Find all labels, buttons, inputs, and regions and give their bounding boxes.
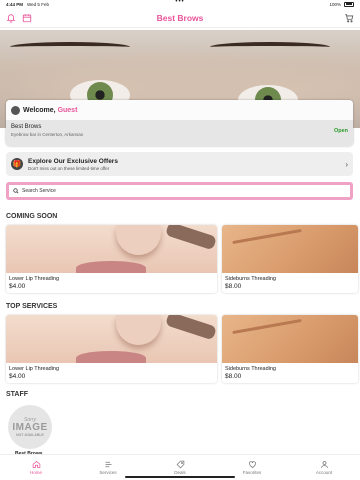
staff-avatar[interactable]: Sorry IMAGE NOT AVAILABLE bbox=[8, 405, 52, 449]
offers-title: Explore Our Exclusive Offers bbox=[28, 157, 118, 165]
status-time: 4:44 PM bbox=[6, 1, 24, 7]
service-card[interactable]: Lower Lip Threading $4.00 bbox=[6, 315, 217, 383]
placeholder-image-text: IMAGE bbox=[12, 422, 48, 433]
welcome-row: Welcome, Guest bbox=[6, 100, 353, 120]
search-input[interactable] bbox=[22, 188, 322, 194]
deals-icon bbox=[176, 460, 184, 469]
cart-icon[interactable] bbox=[344, 13, 354, 23]
service-name: Lower Lip Threading bbox=[9, 276, 60, 282]
account-icon bbox=[320, 461, 328, 468]
service-price: $4.00 bbox=[9, 373, 26, 380]
tab-account[interactable]: Account bbox=[288, 455, 360, 480]
status-right: 100% bbox=[329, 1, 354, 7]
service-price: $8.00 bbox=[225, 283, 242, 290]
status-bar: 4:44 PM Wed 5 Feb ••• 100% bbox=[0, 0, 360, 8]
chevron-right-icon: › bbox=[345, 159, 348, 169]
welcome-card[interactable]: Welcome, Guest Best Brows Eyebrow bar in… bbox=[6, 100, 353, 146]
service-image bbox=[6, 225, 217, 273]
tab-home[interactable]: Home bbox=[0, 455, 72, 480]
welcome-text: Welcome, bbox=[23, 106, 56, 114]
offers-banner[interactable]: 🎁 Explore Our Exclusive Offers Don't mis… bbox=[6, 152, 353, 176]
service-price: $4.00 bbox=[9, 283, 26, 290]
tab-label: Account bbox=[315, 470, 333, 475]
service-price: $8.00 bbox=[225, 373, 242, 380]
coming-soon-title: COMING SOON bbox=[6, 213, 58, 220]
service-image bbox=[222, 315, 358, 363]
open-status-badge: Open bbox=[333, 128, 348, 134]
home-icon bbox=[32, 461, 40, 468]
service-image bbox=[6, 315, 217, 363]
status-date: Wed 5 Feb bbox=[27, 1, 49, 7]
tab-label: Services bbox=[99, 470, 117, 475]
service-image bbox=[222, 225, 358, 273]
tab-label: Favorites bbox=[242, 470, 262, 475]
service-card[interactable]: Sideburns Threading $8.00 bbox=[222, 225, 358, 293]
tab-label: Deals bbox=[174, 470, 186, 475]
guest-name: Guest bbox=[57, 106, 78, 114]
placeholder-na-text: NOT AVAILABLE bbox=[16, 433, 44, 437]
top-services-title: TOP SERVICES bbox=[6, 303, 58, 310]
service-name: Sideburns Threading bbox=[225, 366, 276, 372]
service-card[interactable]: Sideburns Threading $8.00 bbox=[222, 315, 358, 383]
service-name: Lower Lip Threading bbox=[9, 366, 60, 372]
service-name: Sideburns Threading bbox=[225, 276, 276, 282]
home-indicator[interactable] bbox=[125, 476, 235, 478]
business-info[interactable]: Best Brows Eyebrow bar in Centerton, Ark… bbox=[6, 120, 353, 146]
business-subtitle: Eyebrow bar in Centerton, Arkansas bbox=[11, 132, 84, 137]
services-icon bbox=[105, 461, 111, 468]
heart-icon bbox=[248, 461, 256, 468]
user-avatar-icon bbox=[11, 105, 20, 115]
offers-subtitle: Don't miss out on these limited-time off… bbox=[28, 165, 110, 171]
battery-icon bbox=[344, 1, 354, 7]
gift-icon: 🎁 bbox=[11, 158, 23, 170]
battery-percent: 100% bbox=[329, 1, 341, 7]
page-title: Best Brows bbox=[156, 12, 204, 23]
service-card[interactable]: Lower Lip Threading $4.00 bbox=[6, 225, 217, 293]
search-box[interactable] bbox=[6, 182, 353, 200]
tab-label: Home bbox=[29, 470, 42, 475]
staff-title: STAFF bbox=[6, 391, 29, 398]
multitask-dots[interactable]: ••• bbox=[175, 0, 184, 5]
nav-bar: Best Brows bbox=[0, 8, 360, 28]
business-name: Best Brows bbox=[11, 124, 42, 130]
search-icon bbox=[13, 188, 19, 194]
